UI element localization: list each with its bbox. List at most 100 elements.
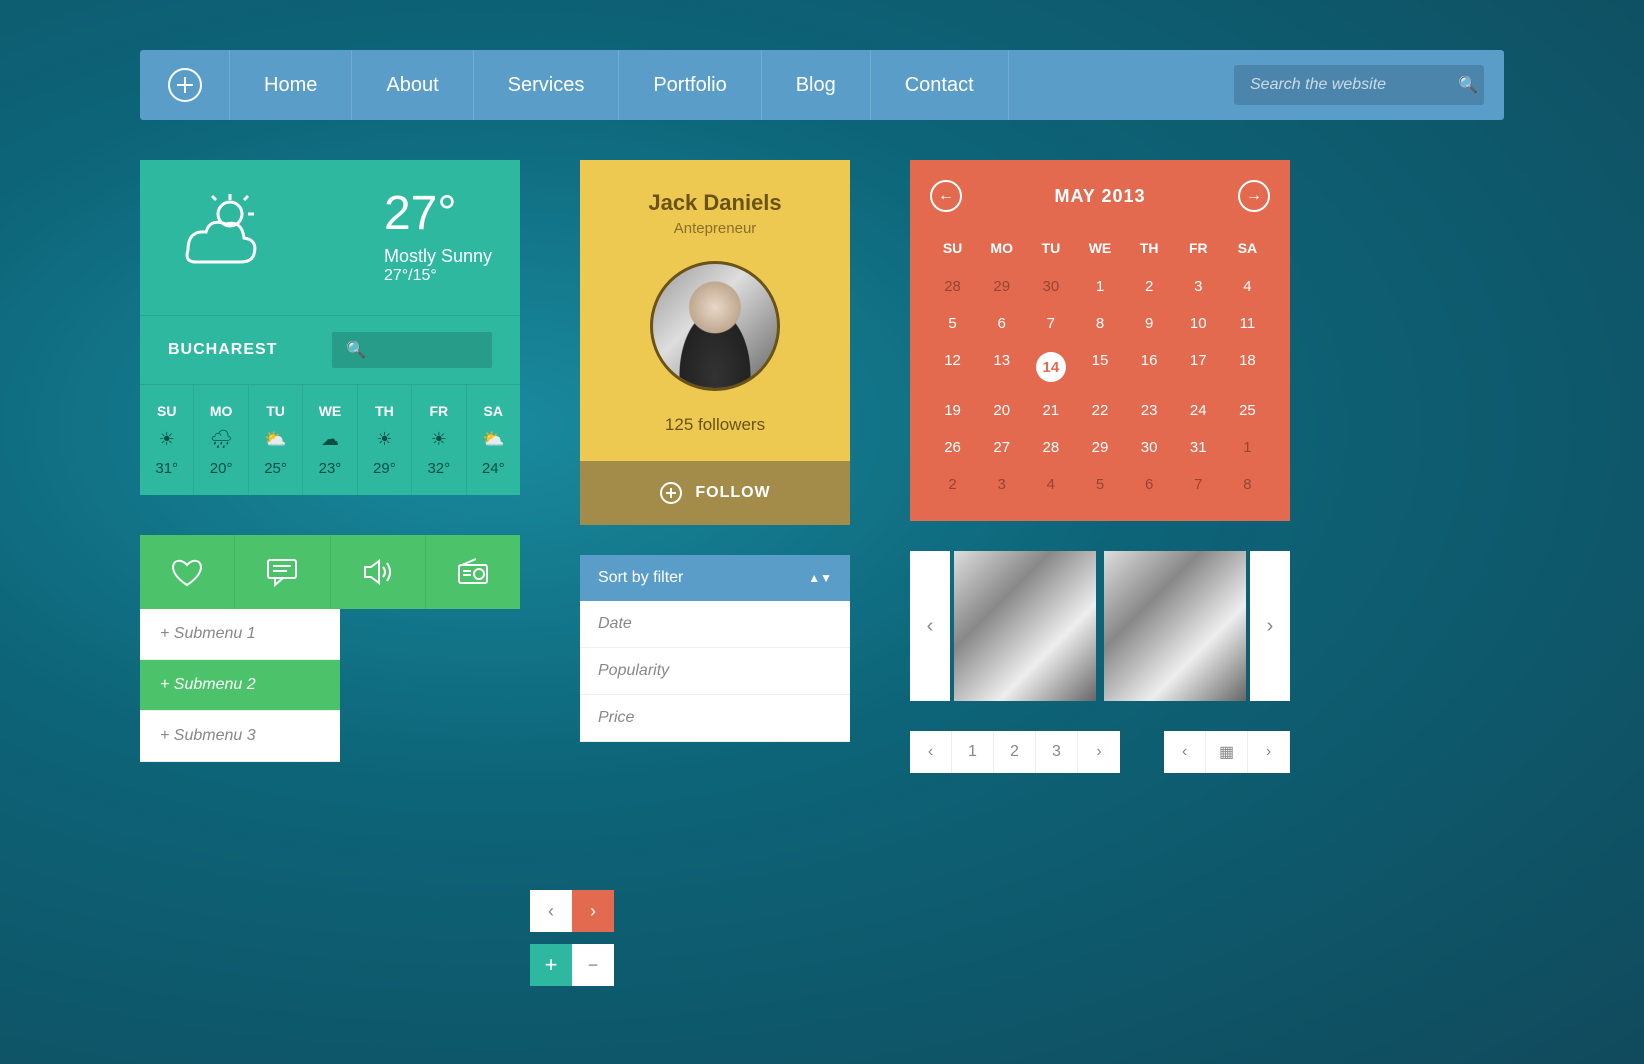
forecast-day[interactable]: SU☀31° [140, 385, 194, 495]
mini-plus[interactable]: + [530, 944, 572, 986]
cal-day[interactable]: 30 [1028, 270, 1073, 303]
cal-day[interactable]: 6 [1127, 468, 1172, 501]
cal-prev-button[interactable]: ← [930, 180, 962, 212]
cal-day[interactable]: 24 [1176, 394, 1221, 427]
city-search[interactable]: 🔍 [332, 332, 492, 368]
carousel-image[interactable] [1104, 551, 1246, 701]
search-box: 🔍 [1234, 65, 1484, 105]
cal-day[interactable]: 9 [1127, 307, 1172, 340]
forecast-day[interactable]: WE☁23° [303, 385, 357, 495]
cal-day[interactable]: 12 [930, 344, 975, 390]
forecast-day[interactable]: MO🌧20° [194, 385, 248, 495]
tab-chat[interactable] [235, 535, 330, 609]
mini-next[interactable]: › [572, 890, 614, 932]
submenu-item[interactable]: Submenu 2 [140, 660, 340, 711]
cal-day[interactable]: 11 [1225, 307, 1270, 340]
nav-contact[interactable]: Contact [871, 50, 1009, 120]
tab-radio[interactable] [426, 535, 520, 609]
cal-day[interactable]: 18 [1225, 344, 1270, 390]
rain-icon: 🌧 [194, 429, 247, 450]
page-number[interactable]: 3 [1036, 731, 1078, 773]
forecast-day[interactable]: FR☀32° [412, 385, 466, 495]
cal-day[interactable]: 17 [1176, 344, 1221, 390]
grid-next[interactable]: › [1248, 731, 1290, 773]
cal-day[interactable]: 25 [1225, 394, 1270, 427]
cal-day[interactable]: 21 [1028, 394, 1073, 427]
cal-day[interactable]: 16 [1127, 344, 1172, 390]
cal-day[interactable]: 1 [1225, 431, 1270, 464]
mini-prev[interactable]: ‹ [530, 890, 572, 932]
cal-day[interactable]: 4 [1225, 270, 1270, 303]
cal-day[interactable]: 30 [1127, 431, 1172, 464]
cal-day[interactable]: 1 [1077, 270, 1122, 303]
submenu-item[interactable]: Submenu 1 [140, 609, 340, 660]
tab-heart[interactable] [140, 535, 235, 609]
sort-option[interactable]: Popularity [580, 648, 850, 695]
cal-day[interactable]: 4 [1028, 468, 1073, 501]
cal-day[interactable]: 8 [1077, 307, 1122, 340]
page-number[interactable]: 2 [994, 731, 1036, 773]
forecast-day[interactable]: TU⛅25° [249, 385, 303, 495]
nav-blog[interactable]: Blog [762, 50, 871, 120]
submenu-item[interactable]: Submenu 3 [140, 711, 340, 762]
chevron-right-icon: → [1246, 187, 1262, 205]
weather-city: BUCHAREST [168, 341, 277, 359]
cal-day[interactable]: 10 [1176, 307, 1221, 340]
sort-header[interactable]: Sort by filter ▲▼ [580, 555, 850, 601]
carousel-prev[interactable]: ‹ [910, 551, 950, 701]
cal-day[interactable]: 3 [1176, 270, 1221, 303]
cal-day[interactable]: 2 [930, 468, 975, 501]
forecast-day[interactable]: SA⛅24° [467, 385, 520, 495]
cal-day[interactable]: 15 [1077, 344, 1122, 390]
cal-day[interactable]: 22 [1077, 394, 1122, 427]
cal-day[interactable]: 19 [930, 394, 975, 427]
grid-prev[interactable]: ‹ [1164, 731, 1206, 773]
nav-links: Home About Services Portfolio Blog Conta… [230, 50, 1009, 120]
cal-day[interactable]: 29 [1077, 431, 1122, 464]
sun-icon: ☀ [412, 429, 465, 450]
cal-dow: FR [1176, 230, 1221, 266]
cal-day[interactable]: 31 [1176, 431, 1221, 464]
cal-dow: TU [1028, 230, 1073, 266]
search-input[interactable] [1250, 76, 1458, 94]
cal-day[interactable]: 7 [1176, 468, 1221, 501]
cal-day[interactable]: 8 [1225, 468, 1270, 501]
sun-icon: ☀ [140, 429, 193, 450]
nav-portfolio[interactable]: Portfolio [619, 50, 761, 120]
mini-pagers: ‹ › + − [530, 890, 614, 998]
nav-home[interactable]: Home [230, 50, 352, 120]
weather-widget: 27° Mostly Sunny 27°/15° BUCHAREST 🔍 SU☀… [140, 160, 520, 495]
cal-day[interactable]: 28 [1028, 431, 1073, 464]
carousel-image[interactable] [954, 551, 1096, 701]
cal-day[interactable]: 23 [1127, 394, 1172, 427]
cal-day[interactable]: 27 [979, 431, 1024, 464]
forecast-day[interactable]: TH☀29° [358, 385, 412, 495]
cal-day[interactable]: 3 [979, 468, 1024, 501]
grid-icon[interactable]: ▦ [1206, 731, 1248, 773]
cal-next-button[interactable]: → [1238, 180, 1270, 212]
nav-about[interactable]: About [352, 50, 473, 120]
tab-speaker[interactable] [331, 535, 426, 609]
follow-button[interactable]: FOLLOW [580, 461, 850, 525]
cal-day[interactable]: 2 [1127, 270, 1172, 303]
cal-day[interactable]: 5 [930, 307, 975, 340]
cal-day[interactable]: 28 [930, 270, 975, 303]
page-number[interactable]: 1 [952, 731, 994, 773]
cal-day[interactable]: 7 [1028, 307, 1073, 340]
cal-day[interactable]: 20 [979, 394, 1024, 427]
nav-services[interactable]: Services [474, 50, 620, 120]
logo-plus-icon[interactable] [140, 50, 230, 120]
cal-day[interactable]: 6 [979, 307, 1024, 340]
cal-day[interactable]: 14 [1028, 344, 1073, 390]
page-prev[interactable]: ‹ [910, 731, 952, 773]
page-next[interactable]: › [1078, 731, 1120, 773]
sort-option[interactable]: Date [580, 601, 850, 648]
mini-minus[interactable]: − [572, 944, 614, 986]
carousel-next[interactable]: › [1250, 551, 1290, 701]
cal-day[interactable]: 13 [979, 344, 1024, 390]
search-icon[interactable]: 🔍 [1458, 75, 1478, 95]
cal-day[interactable]: 5 [1077, 468, 1122, 501]
cal-day[interactable]: 29 [979, 270, 1024, 303]
sort-option[interactable]: Price [580, 695, 850, 742]
cal-day[interactable]: 26 [930, 431, 975, 464]
